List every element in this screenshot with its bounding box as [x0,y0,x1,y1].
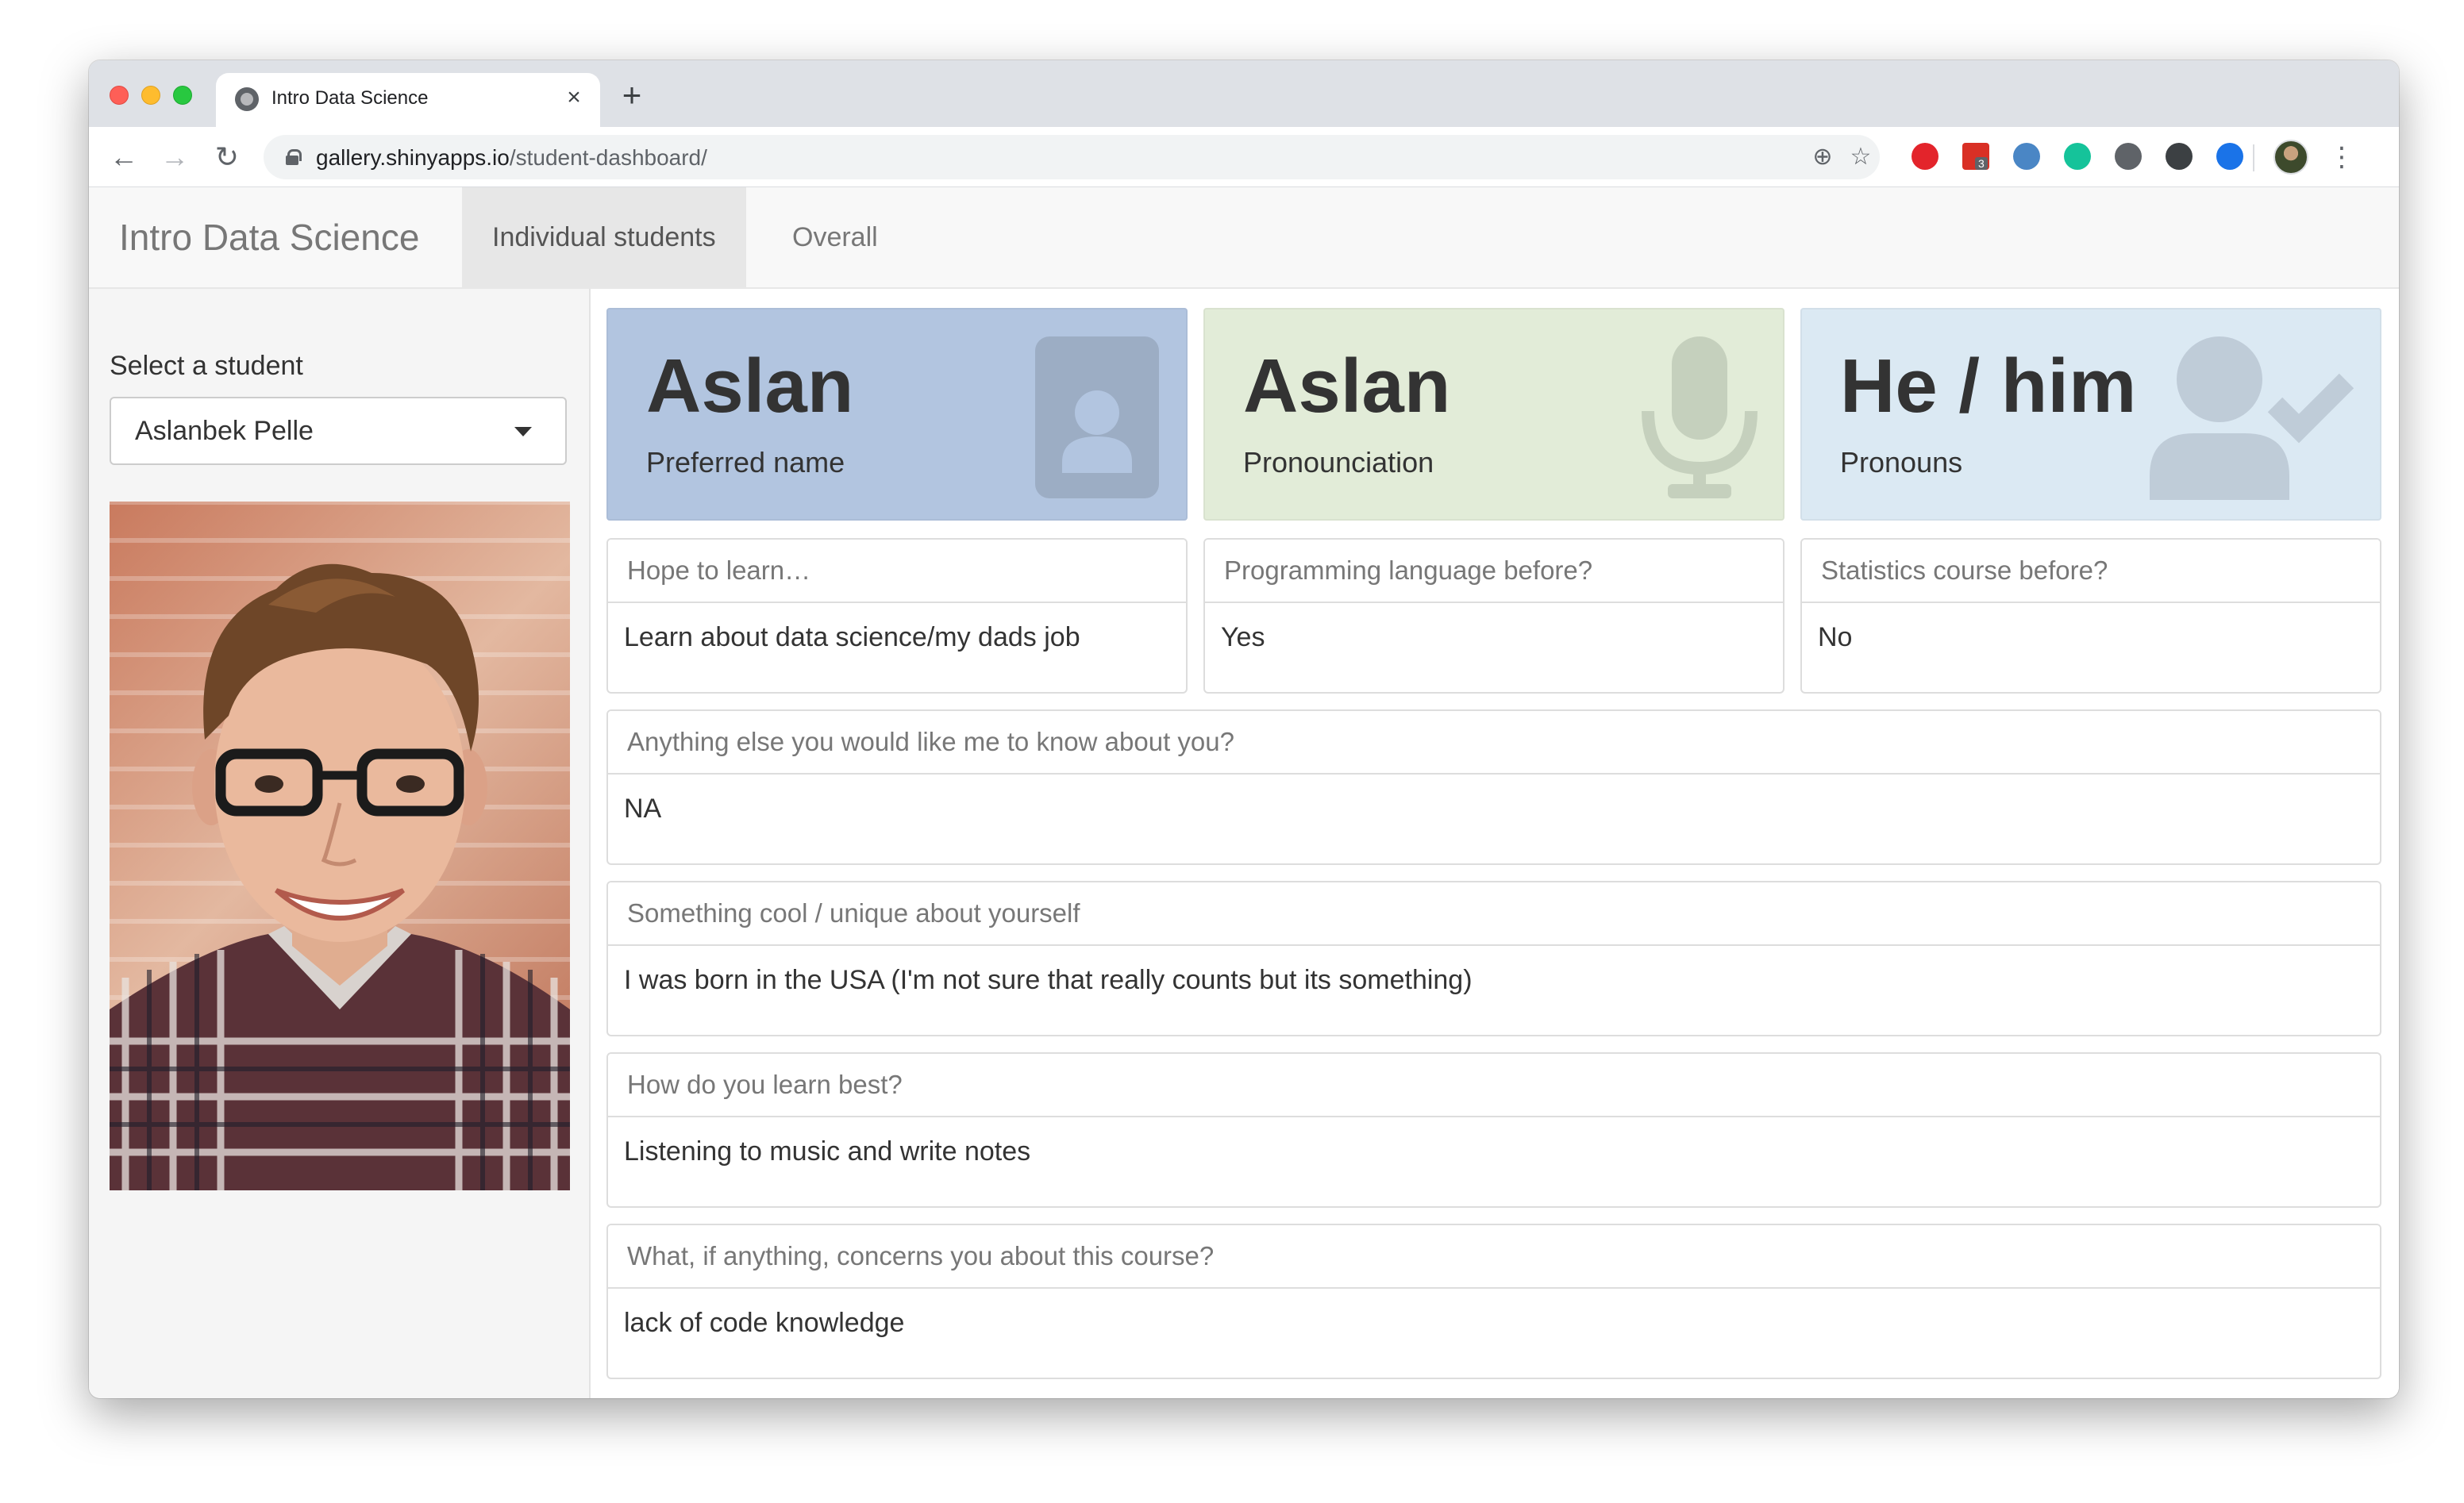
profile-avatar[interactable] [2273,140,2308,175]
url-text[interactable]: gallery.shinyapps.io/student-dashboard/ [316,145,707,171]
browser-menu-icon[interactable]: ⋮ [2326,138,2358,176]
panel-statistics-course: Statistics course before? No [1800,538,2381,694]
browser-toolbar: ← → ↻ gallery.shinyapps.io/student-dashb… [89,127,2399,187]
panel-heading: Anything else you would like me to know … [608,711,2380,775]
browser-window: Intro Data Science × + ← → ↻ gallery.shi… [89,60,2399,1398]
browser-tab[interactable]: Intro Data Science × [216,73,600,127]
maximize-window-button[interactable] [173,86,192,105]
student-portrait-illustration [110,563,570,1190]
panel-anything-else: Anything else you would like me to know … [606,709,2381,865]
panel-course-concerns: What, if anything, concerns you about th… [606,1224,2381,1379]
panel-body: Listening to music and write notes [624,1136,1031,1167]
panel-heading: How do you learn best? [608,1054,2380,1117]
satellite-ext-icon[interactable] [2013,143,2040,170]
panel-learn-best: How do you learn best? Listening to musi… [606,1052,2381,1208]
id-badge-icon [1035,336,1159,498]
chevron-down-icon [514,427,532,436]
panel-heading: Hope to learn… [608,540,1186,603]
url-path: /student-dashboard/ [509,145,707,170]
circle-ext-icon[interactable] [2115,143,2142,170]
zoom-icon[interactable]: ⊕ [1807,141,1838,173]
pronounciation-label: Pronounciation [1243,446,1434,479]
tab-individual-students[interactable]: Individual students [462,187,746,287]
value-box-pronounciation: Aslan Pronounciation [1203,308,1784,521]
panel-heading: What, if anything, concerns you about th… [608,1225,2380,1289]
triangle-ext-icon[interactable] [2216,143,2243,170]
toolbar-divider [2253,144,2254,171]
tab-overall[interactable]: Overall [762,187,908,287]
panel-body: NA [624,794,662,824]
lock-icon [286,149,302,165]
panel-something-cool: Something cool / unique about yourself I… [606,881,2381,1036]
sidebar: Select a student Aslanbek Pelle [89,289,591,1398]
panel-programming-language: Programming language before? Yes [1203,538,1784,694]
main-content: Aslan Preferred name Aslan Pronounciatio… [591,289,2399,1398]
tab-title: Intro Data Science [271,87,429,109]
app-navbar: Intro Data Science Individual students O… [89,187,2399,289]
selected-student: Aslanbek Pelle [135,416,314,446]
app-brand[interactable]: Intro Data Science [119,216,419,259]
bookmark-star-icon[interactable]: ☆ [1845,141,1877,173]
user-check-icon [2150,336,2354,500]
new-tab-button[interactable]: + [613,76,651,114]
panel-body: No [1818,622,1853,652]
adblock-icon[interactable] [1912,143,1938,170]
extension-badge: 3 [1975,157,1988,170]
back-button[interactable]: ← [105,138,143,176]
student-select[interactable]: Aslanbek Pelle [110,397,567,465]
pronounciation-value: Aslan [1243,344,1451,429]
select-student-label: Select a student [110,351,303,381]
url-host: gallery.shinyapps.io [316,145,510,170]
tab-strip: Intro Data Science × + [89,60,2399,127]
minimize-window-button[interactable] [141,86,160,105]
reload-button[interactable]: ↻ [208,138,246,176]
microphone-icon [1642,336,1758,498]
preferred-name-label: Preferred name [646,446,845,479]
panel-heading: Statistics course before? [1802,540,2380,603]
pronouns-value: He / him [1840,344,2137,429]
grammarly-icon[interactable] [2064,143,2091,170]
student-photo [110,502,570,1190]
panel-heading: Programming language before? [1205,540,1783,603]
globe-icon [235,87,259,111]
panel-body: Yes [1221,622,1265,652]
close-icon[interactable]: × [560,84,587,111]
pronouns-label: Pronouns [1840,446,1963,479]
value-box-pronouns: He / him Pronouns [1800,308,2381,521]
address-bar[interactable]: gallery.shinyapps.io/student-dashboard/ … [264,135,1880,179]
close-window-button[interactable] [110,86,129,105]
panel-hope-to-learn: Hope to learn… Learn about data science/… [606,538,1188,694]
calendar-ext-icon[interactable]: 3 [1962,143,1989,170]
panel-body: I was born in the USA (I'm not sure that… [624,965,1473,995]
value-box-preferred-name: Aslan Preferred name [606,308,1188,521]
panel-body: Learn about data science/my dads job [624,622,1080,652]
panel-heading: Something cool / unique about yourself [608,882,2380,946]
bulb-ext-icon[interactable] [2166,143,2193,170]
preferred-name-value: Aslan [646,344,854,429]
panel-body: lack of code knowledge [624,1308,905,1338]
forward-button[interactable]: → [156,138,194,176]
